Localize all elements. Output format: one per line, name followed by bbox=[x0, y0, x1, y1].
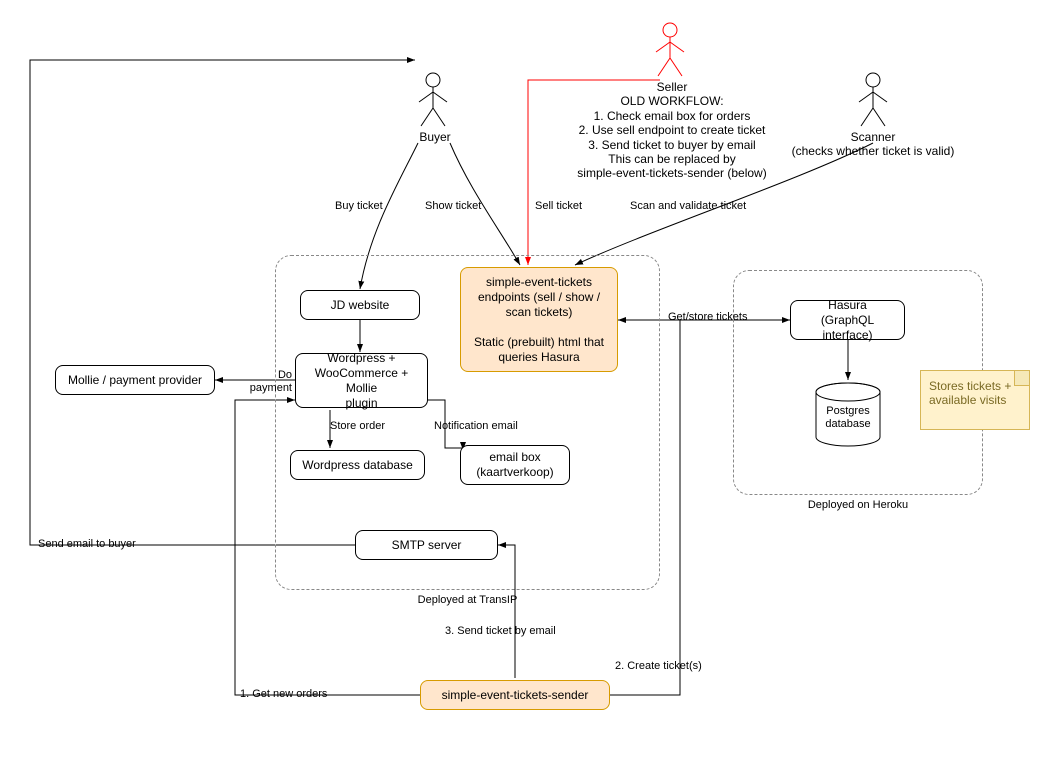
seller-workflow-header: OLD WORKFLOW: bbox=[572, 94, 772, 108]
box-wordpress-stack: Wordpress + WooCommerce + Mollie plugin bbox=[295, 353, 428, 408]
box-set-endpoints: simple-event-tickets endpoints (sell / s… bbox=[460, 267, 618, 372]
box-jd-website: JD website bbox=[300, 290, 420, 320]
actor-scanner-label: Scanner (checks whether ticket is valid) bbox=[783, 130, 963, 159]
box-set-sender: simple-event-tickets-sender bbox=[420, 680, 610, 710]
box-hasura: Hasura (GraphQL interface) bbox=[790, 300, 905, 340]
edge-label-notification-email: Notification email bbox=[434, 420, 518, 433]
group-transip-label: Deployed at TransIP bbox=[275, 594, 660, 607]
edge-label-create-tickets: 2. Create ticket(s) bbox=[615, 660, 702, 673]
group-heroku-label: Deployed on Heroku bbox=[733, 499, 983, 512]
edge-label-get-store-tickets: Get/store tickets bbox=[668, 311, 747, 324]
seller-workflow-2: 2. Use sell endpoint to create ticket bbox=[572, 123, 772, 137]
seller-workflow-3: 3. Send ticket to buyer by email bbox=[572, 138, 772, 152]
scanner-name: Scanner bbox=[783, 130, 963, 144]
edge-label-buy-ticket: Buy ticket bbox=[335, 200, 383, 213]
box-email-box: email box (kaartverkoop) bbox=[460, 445, 570, 485]
box-smtp-server: SMTP server bbox=[355, 530, 498, 560]
edge-label-get-new-orders: 1. Get new orders bbox=[240, 688, 327, 701]
edge-label-show-ticket: Show ticket bbox=[425, 200, 481, 213]
actor-buyer-icon bbox=[415, 72, 451, 128]
edge-label-do-payment: Do payment bbox=[237, 369, 292, 395]
actor-seller-icon bbox=[652, 22, 688, 78]
edge-label-sell-ticket: Sell ticket bbox=[535, 200, 582, 213]
seller-workflow-1: 1. Check email box for orders bbox=[572, 109, 772, 123]
seller-workflow-note-1: This can be replaced by bbox=[572, 152, 772, 166]
scanner-sub: (checks whether ticket is valid) bbox=[783, 144, 963, 158]
cylinder-postgres-label: Postgres database bbox=[808, 405, 888, 431]
edge-label-send-ticket-email: 3. Send ticket by email bbox=[445, 625, 556, 638]
actor-seller-label: Seller OLD WORKFLOW: 1. Check email box … bbox=[572, 80, 772, 181]
edge-label-send-email-to-buyer: Send email to buyer bbox=[38, 538, 136, 551]
architecture-diagram: Deployed at TransIP Deployed on Heroku B… bbox=[0, 0, 1038, 765]
actor-scanner-icon bbox=[855, 72, 891, 128]
box-mollie: Mollie / payment provider bbox=[55, 365, 215, 395]
seller-workflow-note-2: simple-event-tickets-sender (below) bbox=[572, 166, 772, 180]
note-stores-tickets: Stores tickets + available visits bbox=[920, 370, 1030, 430]
edge-label-scan-validate: Scan and validate ticket bbox=[630, 200, 746, 213]
edge-label-store-order: Store order bbox=[330, 420, 385, 433]
actor-buyer-label: Buyer bbox=[395, 130, 475, 144]
box-wp-db: Wordpress database bbox=[290, 450, 425, 480]
seller-name: Seller bbox=[572, 80, 772, 94]
